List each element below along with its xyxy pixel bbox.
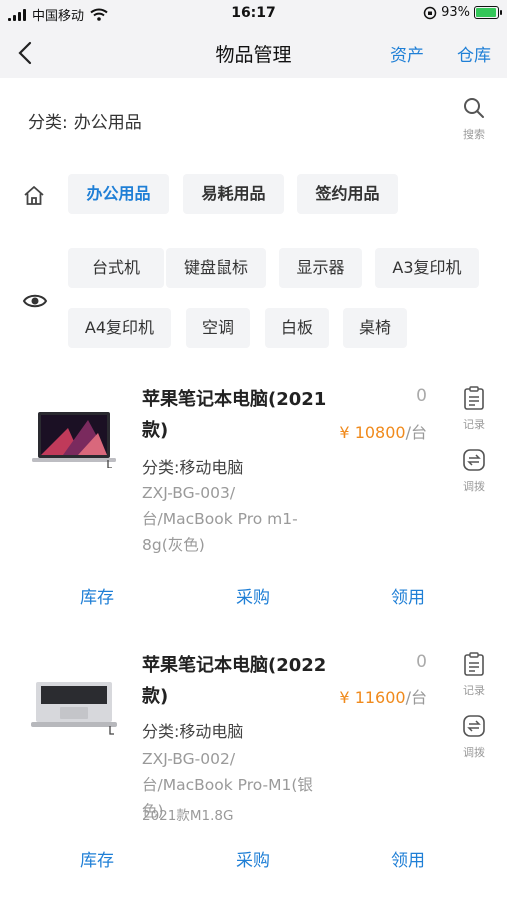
- price-amount: ¥ 11600: [339, 688, 406, 707]
- category-label: 分类:: [28, 113, 68, 133]
- purchase-button[interactable]: 采购: [236, 583, 270, 608]
- use-button[interactable]: 领用: [391, 583, 425, 608]
- clipboard-icon: [464, 386, 484, 410]
- product-card[interactable]: 苹果笔记本电脑(2021款) 分类:移动电脑 ZXJ-BG-003/台/MacB…: [0, 372, 507, 622]
- battery-fill: [476, 8, 496, 17]
- tab-office-supplies[interactable]: 办公用品: [68, 174, 169, 214]
- tag-desktop[interactable]: 台式机: [68, 248, 164, 288]
- price-amount: ¥ 10800: [339, 423, 406, 442]
- status-bar: 中国移动 16:17 93%: [0, 0, 507, 28]
- use-button[interactable]: 领用: [391, 846, 425, 871]
- purchase-button[interactable]: 采购: [236, 846, 270, 871]
- price-unit: /台: [405, 423, 427, 442]
- product-image: [32, 412, 116, 468]
- transfer-label: 调拨: [463, 480, 485, 493]
- status-right: 93%: [423, 5, 502, 20]
- tag-keyboard-mouse[interactable]: 键盘鼠标: [166, 248, 266, 288]
- product-price: ¥ 11600/台: [339, 684, 427, 708]
- search-icon: [464, 98, 484, 118]
- home-icon[interactable]: [22, 184, 46, 208]
- stock-button[interactable]: 库存: [80, 583, 114, 608]
- product-image: [31, 682, 117, 735]
- record-button[interactable]: 记录: [456, 386, 492, 432]
- search-label: 搜索: [463, 128, 485, 141]
- transfer-icon: [463, 449, 485, 471]
- product-extra: 2021款M1.8G: [142, 808, 234, 824]
- battery-icon: [474, 6, 502, 19]
- product-quantity: 0: [416, 386, 427, 406]
- search-button[interactable]: 搜索: [456, 96, 492, 144]
- product-category: 分类:移动电脑: [142, 458, 244, 477]
- tag-monitor[interactable]: 显示器: [279, 248, 362, 288]
- transfer-button[interactable]: 调拨: [456, 714, 492, 760]
- eye-icon[interactable]: [22, 290, 48, 312]
- orientation-lock-icon: [423, 6, 437, 19]
- record-button[interactable]: 记录: [456, 652, 492, 698]
- battery-percent: 93%: [441, 5, 470, 20]
- tag-a4-copier[interactable]: A4复印机: [68, 308, 171, 348]
- product-spec: ZXJ-BG-003/台/MacBook Pro m1-8g(灰色): [142, 484, 298, 554]
- price-unit: /台: [405, 688, 427, 707]
- assets-link[interactable]: 资产: [390, 41, 424, 66]
- category-line[interactable]: 分类: 办公用品: [28, 108, 142, 133]
- tab-consumables[interactable]: 易耗用品: [183, 174, 284, 214]
- tag-a3-copier[interactable]: A3复印机: [375, 248, 479, 288]
- page-title: 物品管理: [215, 44, 292, 66]
- record-label: 记录: [463, 418, 485, 431]
- stock-button[interactable]: 库存: [80, 846, 114, 871]
- tag-air-conditioner[interactable]: 空调: [186, 308, 250, 348]
- product-category: 分类:移动电脑: [142, 722, 244, 741]
- transfer-button[interactable]: 调拨: [456, 448, 492, 494]
- product-card[interactable]: 苹果笔记本电脑(2022款) 分类:移动电脑 ZXJ-BG-002/台/MacB…: [0, 638, 507, 888]
- tag-desks-chairs[interactable]: 桌椅: [343, 308, 407, 348]
- product-price: ¥ 10800/台: [339, 419, 427, 443]
- clipboard-icon: [464, 652, 484, 676]
- tab-contract-supplies[interactable]: 签约用品: [297, 174, 398, 214]
- category-value: 办公用品: [73, 113, 142, 133]
- product-quantity: 0: [416, 652, 427, 672]
- warehouse-link[interactable]: 仓库: [457, 41, 491, 66]
- product-name: 苹果笔记本电脑(2021款): [142, 389, 327, 441]
- record-label: 记录: [463, 684, 485, 697]
- tag-whiteboard[interactable]: 白板: [265, 308, 329, 348]
- transfer-icon: [463, 715, 485, 737]
- transfer-label: 调拨: [463, 746, 485, 759]
- nav-bar: 物品管理 资产 仓库: [0, 28, 507, 78]
- product-name: 苹果笔记本电脑(2022款): [142, 655, 327, 707]
